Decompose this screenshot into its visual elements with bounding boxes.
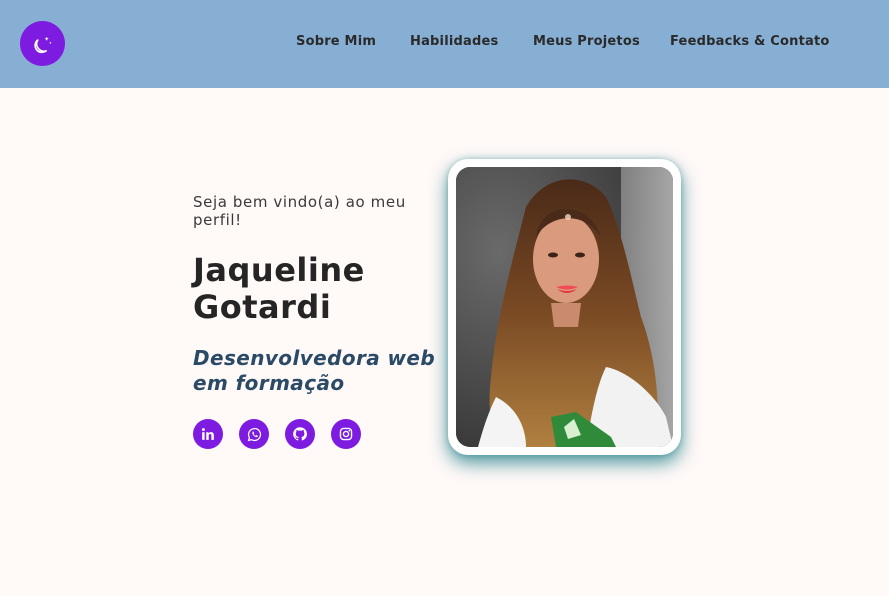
site-header: Sobre Mim Habilidades Meus Projetos Feed…	[0, 0, 889, 88]
nav-link-feedbacks-contato[interactable]: Feedbacks & Contato	[670, 34, 830, 49]
whatsapp-icon	[247, 427, 261, 441]
linkedin-button[interactable]	[193, 419, 223, 449]
portrait-illustration	[456, 167, 673, 447]
nav-link-sobre-mim[interactable]: Sobre Mim	[296, 34, 376, 49]
hero-greeting: Seja bem vindo(a) ao meu perfil!	[193, 193, 406, 229]
nav-link-meus-projetos[interactable]: Meus Projetos	[533, 34, 640, 49]
profile-photo	[456, 167, 673, 447]
nav-link-habilidades[interactable]: Habilidades	[410, 34, 498, 49]
instagram-button[interactable]	[331, 419, 361, 449]
hero-name: Jaqueline Gotardi	[193, 251, 365, 326]
profile-photo-frame	[448, 159, 681, 455]
instagram-icon	[339, 427, 353, 441]
social-links	[193, 419, 361, 449]
whatsapp-button[interactable]	[239, 419, 269, 449]
github-icon	[293, 427, 307, 441]
linkedin-icon	[201, 428, 214, 440]
hero-role: Desenvolvedora web em formação	[193, 346, 436, 395]
github-button[interactable]	[285, 419, 315, 449]
main-nav: Sobre Mim Habilidades Meus Projetos Feed…	[0, 34, 889, 52]
